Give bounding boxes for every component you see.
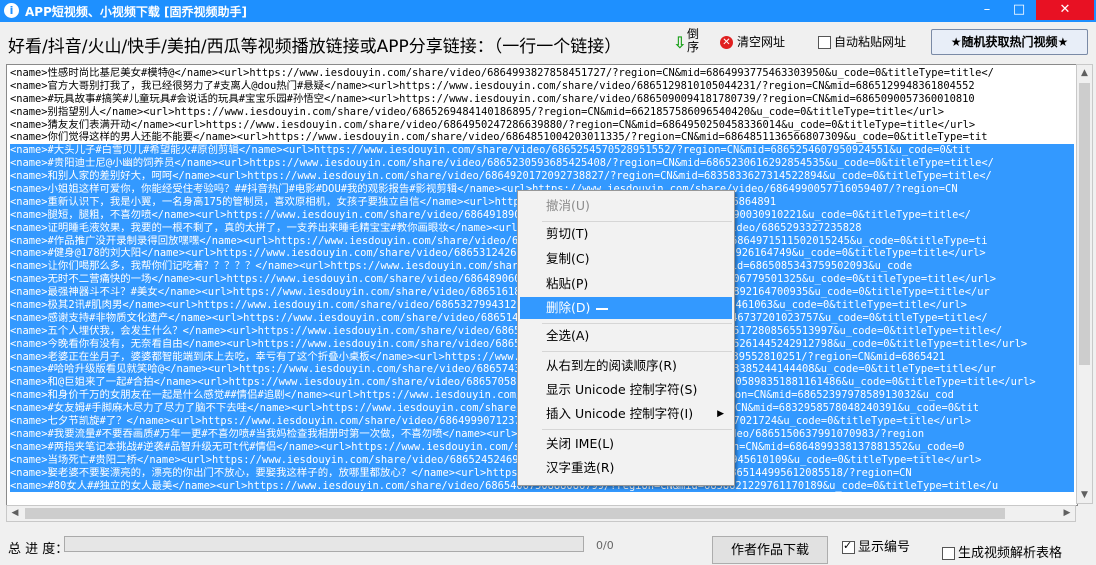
- menu-item-show-unicode[interactable]: 显示 Unicode 控制字符(S): [520, 379, 732, 401]
- url-line[interactable]: <name>和别人家的差别好大，呵呵</name><url>https://ww…: [10, 170, 1074, 184]
- close-button[interactable]: ✕: [1036, 0, 1094, 20]
- horizontal-scroll-thumb[interactable]: [25, 508, 1005, 519]
- clear-urls-button[interactable]: ✕ 清空网址: [720, 33, 785, 50]
- parse-table-check-box[interactable]: [942, 547, 955, 560]
- menu-item-rtl[interactable]: 从右到左的阅读顺序(R): [520, 355, 732, 377]
- random-hot-videos-button[interactable]: ★随机获取热门视频★: [931, 29, 1088, 55]
- url-line[interactable]: <name>#大头儿子#白雪贝儿#希望能火#原创剪辑</name><url>ht…: [10, 144, 1074, 158]
- delete-label: 删除(D): [546, 300, 591, 315]
- context-menu: 撤消(U) 剪切(T) 复制(C) 粘贴(P) 删除(D) 全选(A) 从右到左…: [517, 190, 735, 486]
- scroll-right-icon[interactable]: ▶: [1059, 506, 1075, 521]
- submenu-arrow-icon: ▶: [717, 409, 724, 419]
- url-line[interactable]: <name>官方大哥别打我了，我已经很努力了#支离人@dou热门#悬疑</nam…: [10, 80, 1074, 93]
- menu-item-delete[interactable]: 删除(D): [520, 297, 732, 319]
- progress-count: 0/0: [596, 539, 614, 552]
- show-number-check-box[interactable]: [842, 539, 855, 554]
- clear-icon: ✕: [720, 36, 733, 49]
- author-works-download-button[interactable]: 作者作品下载: [712, 536, 828, 564]
- vertical-scrollbar[interactable]: ▲ ▼: [1076, 64, 1093, 504]
- link-input-prompt: 好看/抖音/火山/快手/美拍/西瓜等视频播放链接或APP分享链接：（一行一个链接…: [8, 37, 622, 57]
- reverse-order-label: 倒序: [687, 27, 700, 54]
- url-line[interactable]: <name>#贵阳迪士尼@小幽的饲养员</name><url>https://w…: [10, 157, 1074, 171]
- status-bar: 总 进 度： 0/0 作者作品下载 显示编号 生成视频解析表格: [0, 530, 1096, 564]
- menu-item-select-all[interactable]: 全选(A): [520, 325, 732, 347]
- menu-item-insert-unicode[interactable]: 插入 Unicode 控制字符(I) ▶: [520, 403, 732, 425]
- text-caret: [596, 307, 609, 310]
- menu-separator: [542, 351, 732, 352]
- url-line[interactable]: <name>#玩具故事#搞笑#儿童玩具#会说话的玩具#宝宝乐园#孙悟空</nam…: [10, 93, 1074, 106]
- horizontal-scrollbar[interactable]: ◀ ▶: [6, 505, 1076, 522]
- toolbar: 好看/抖音/火山/快手/美拍/西瓜等视频播放链接或APP分享链接：（一行一个链接…: [0, 24, 1096, 60]
- scroll-down-icon[interactable]: ▼: [1077, 487, 1092, 503]
- vertical-scroll-thumb[interactable]: [1079, 83, 1090, 365]
- window-title: APP短视频、小视频下载 [固乔视频助手]: [25, 5, 248, 19]
- menu-item-close-ime[interactable]: 关闭 IME(L): [520, 433, 732, 455]
- progress-bar: [64, 536, 584, 552]
- menu-item-undo[interactable]: 撤消(U): [520, 195, 732, 217]
- show-number-checkbox[interactable]: 显示编号: [842, 536, 910, 555]
- menu-item-reconvert[interactable]: 汉字重选(R): [520, 457, 732, 479]
- app-icon: i: [4, 3, 19, 18]
- show-number-label: 显示编号: [858, 540, 911, 555]
- menu-item-copy[interactable]: 复制(C): [520, 248, 732, 270]
- minimize-button[interactable]: –: [972, 0, 1002, 20]
- download-arrow-icon: ⇩: [673, 33, 687, 52]
- clear-urls-label: 清空网址: [737, 35, 786, 49]
- auto-paste-check-box[interactable]: [818, 36, 831, 49]
- menu-separator: [542, 323, 732, 324]
- title-bar[interactable]: i APP短视频、小视频下载 [固乔视频助手] – □ ✕: [0, 0, 1096, 22]
- url-line[interactable]: <name>别指望别人</name><url>https://www.iesdo…: [10, 106, 1074, 119]
- scroll-up-icon[interactable]: ▲: [1077, 65, 1092, 81]
- progress-label: 总 进 度：: [8, 542, 69, 557]
- url-line[interactable]: <name>猜友友们表满开动</name><url>https://www.ie…: [10, 119, 1074, 132]
- scroll-left-icon[interactable]: ◀: [7, 506, 23, 521]
- auto-paste-label: 自动粘贴网址: [834, 35, 907, 49]
- url-line[interactable]: <name>你们觉得这样的男人还能不能要</name><url>https://…: [10, 131, 1074, 144]
- reverse-order-button[interactable]: ⇩ 倒序: [673, 28, 709, 56]
- menu-item-paste[interactable]: 粘贴(P): [520, 273, 732, 295]
- menu-separator: [542, 429, 732, 430]
- parse-table-label: 生成视频解析表格: [958, 546, 1063, 561]
- maximize-button[interactable]: □: [1004, 0, 1034, 20]
- parse-table-checkbox[interactable]: 生成视频解析表格: [942, 542, 1062, 561]
- menu-separator: [542, 221, 732, 222]
- auto-paste-checkbox[interactable]: 自动粘贴网址: [818, 33, 906, 50]
- url-line[interactable]: <name>性感时尚比基尼美女#模特@</name><url>https://w…: [10, 67, 1074, 80]
- menu-item-cut[interactable]: 剪切(T): [520, 223, 732, 245]
